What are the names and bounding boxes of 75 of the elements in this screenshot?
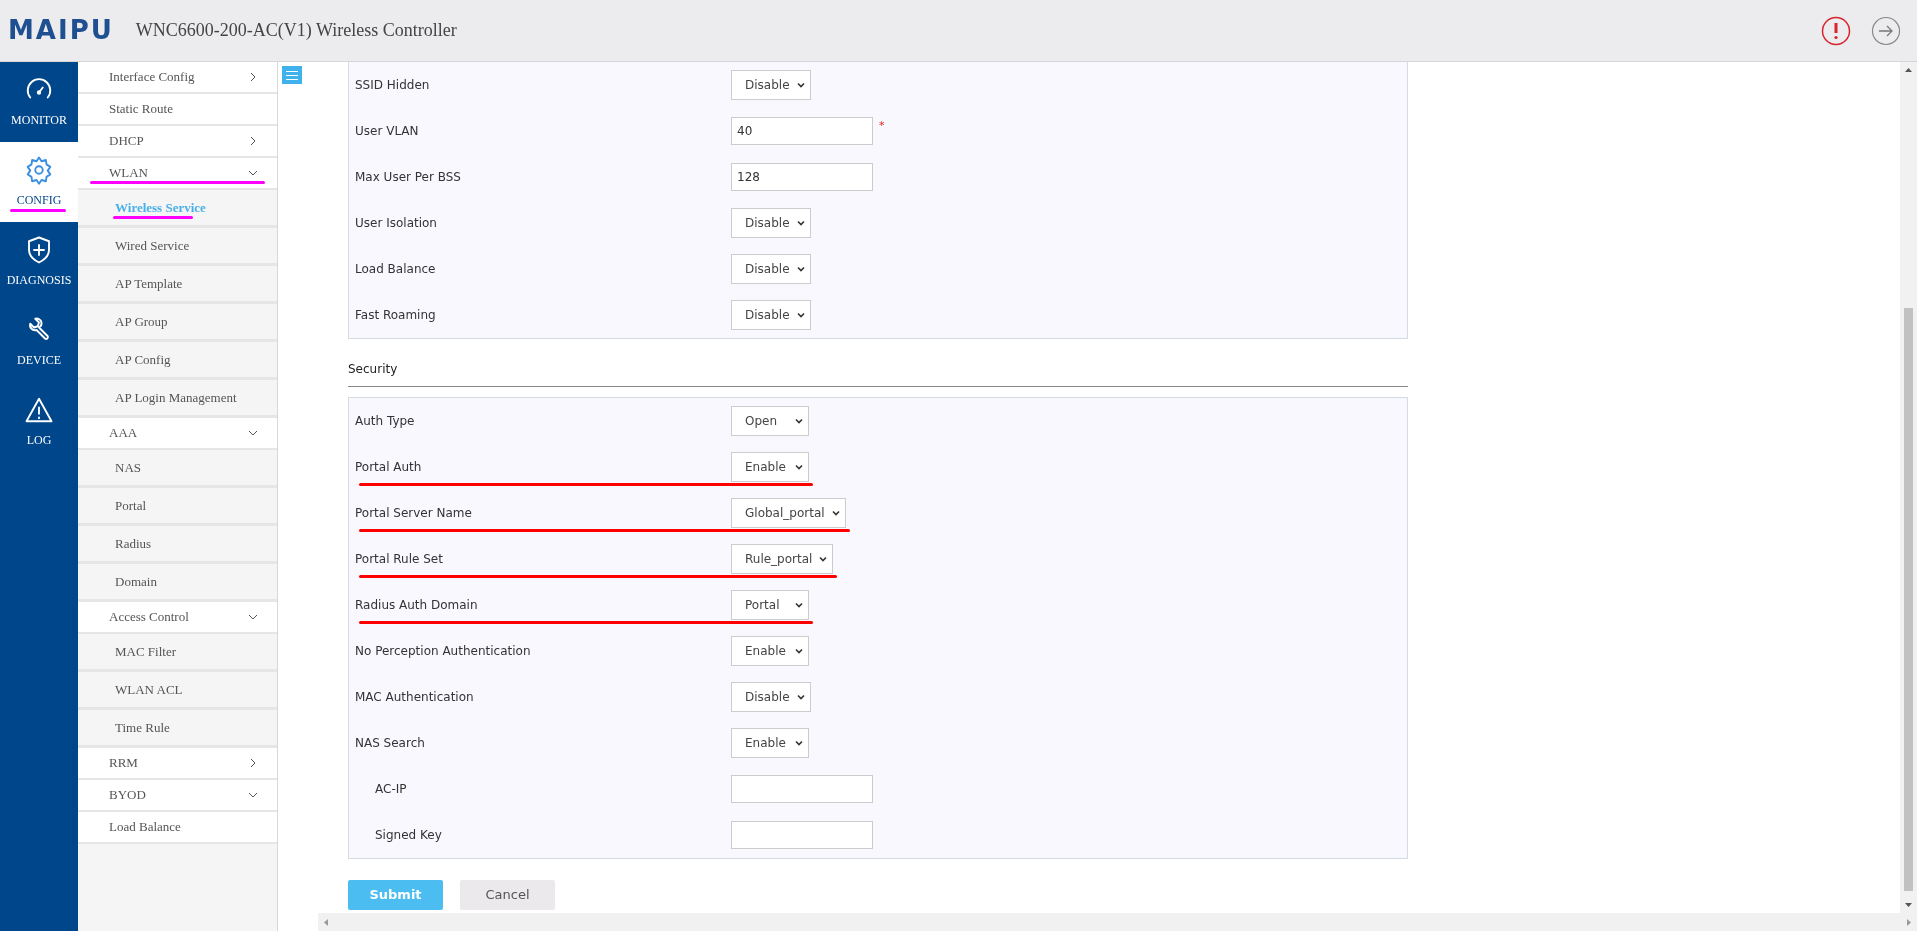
submenu-item[interactable]: WLAN ACL bbox=[115, 679, 183, 700]
input-field[interactable] bbox=[731, 775, 873, 803]
input-field[interactable]: 40 bbox=[731, 117, 873, 145]
submenu-item[interactable]: Wired Service bbox=[115, 235, 190, 256]
submenu-item[interactable]: AP Login Management bbox=[115, 387, 237, 408]
caret-icon bbox=[794, 462, 804, 472]
select-field[interactable]: Disable bbox=[731, 300, 811, 330]
field-label: Max User Per BSS bbox=[355, 169, 462, 186]
section-title: Security bbox=[348, 362, 398, 376]
menu-item[interactable]: BYOD bbox=[109, 785, 146, 805]
annotation-underline bbox=[10, 209, 66, 212]
field-label: AC-IP bbox=[374, 781, 408, 798]
caret-icon bbox=[794, 600, 804, 610]
field-label: User Isolation bbox=[355, 215, 438, 232]
field-label: Fast Roaming bbox=[355, 307, 437, 324]
caret-icon bbox=[795, 218, 806, 228]
field-label: No Perception Authentication bbox=[355, 643, 532, 660]
nav-item[interactable]: CONFIG bbox=[0, 142, 78, 222]
warning-icon bbox=[24, 395, 54, 425]
menu-item[interactable]: AAA bbox=[109, 423, 138, 443]
select-field[interactable]: Global_portal bbox=[731, 498, 846, 528]
select-field[interactable]: Enable bbox=[731, 452, 809, 482]
input-field[interactable] bbox=[731, 821, 873, 849]
cancel-button[interactable]: Cancel bbox=[460, 880, 555, 910]
field-label: Radius Auth Domain bbox=[355, 597, 479, 614]
required-mark: * bbox=[879, 118, 885, 134]
caret-icon bbox=[794, 738, 804, 748]
select-field[interactable]: Disable bbox=[731, 682, 811, 712]
caret-icon bbox=[795, 692, 806, 702]
submenu-item[interactable]: NAS bbox=[115, 457, 141, 478]
field-label: Portal Auth bbox=[355, 459, 423, 476]
caret-icon bbox=[795, 80, 806, 90]
select-field[interactable]: Rule_portal bbox=[731, 544, 834, 574]
field-label: Auth Type bbox=[355, 413, 416, 430]
submenu-item[interactable]: MAC Filter bbox=[115, 641, 177, 662]
vertical-scrollbar[interactable] bbox=[1900, 62, 1917, 913]
submenu-item[interactable]: Radius bbox=[115, 533, 152, 554]
field-label: Portal Server Name bbox=[355, 505, 473, 522]
submenu-item[interactable]: AP Template bbox=[115, 273, 183, 294]
field-label: User VLAN bbox=[355, 123, 420, 140]
submenu-item[interactable]: Portal bbox=[115, 495, 147, 516]
horizontal-scrollbar[interactable] bbox=[318, 913, 1917, 931]
window-title: WNC6600-200-AC(V1) Wireless Controller bbox=[135, 19, 457, 42]
alert-icon[interactable] bbox=[1821, 15, 1851, 46]
menu-toggle-button[interactable] bbox=[282, 66, 302, 84]
field-label: Portal Rule Set bbox=[355, 551, 444, 568]
select-field[interactable]: Enable bbox=[731, 728, 809, 758]
select-field[interactable]: Disable bbox=[731, 254, 811, 284]
logout-icon[interactable] bbox=[1871, 15, 1901, 46]
menu-item[interactable]: DHCP bbox=[109, 131, 144, 151]
select-field[interactable]: Open bbox=[731, 406, 809, 436]
field-label: Signed Key bbox=[374, 827, 443, 844]
caret-icon bbox=[818, 554, 829, 564]
submenu-item[interactable]: AP Config bbox=[115, 349, 171, 370]
gear-icon bbox=[24, 155, 54, 185]
select-field[interactable]: Disable bbox=[731, 208, 811, 238]
menu-item[interactable]: WLAN bbox=[109, 163, 148, 183]
submenu-item[interactable]: AP Group bbox=[115, 311, 168, 332]
field-label: SSID Hidden bbox=[355, 77, 431, 94]
select-field[interactable]: Disable bbox=[731, 70, 811, 100]
caret-icon bbox=[795, 310, 806, 320]
select-field[interactable]: Enable bbox=[731, 636, 809, 666]
caret-icon bbox=[830, 508, 841, 518]
submenu-item[interactable]: Time Rule bbox=[115, 717, 170, 738]
field-label: NAS Search bbox=[355, 735, 426, 752]
field-label: Load Balance bbox=[355, 261, 437, 278]
caret-icon bbox=[795, 264, 806, 274]
select-field[interactable]: Portal bbox=[731, 590, 809, 620]
submenu-item[interactable]: Domain bbox=[115, 571, 157, 592]
menu-item[interactable]: RRM bbox=[109, 753, 138, 773]
caret-icon bbox=[794, 646, 804, 656]
field-label: MAC Authentication bbox=[355, 689, 475, 706]
caret-icon bbox=[794, 416, 804, 426]
input-field[interactable]: 128 bbox=[731, 163, 873, 191]
logo: MAIPU bbox=[8, 14, 114, 47]
